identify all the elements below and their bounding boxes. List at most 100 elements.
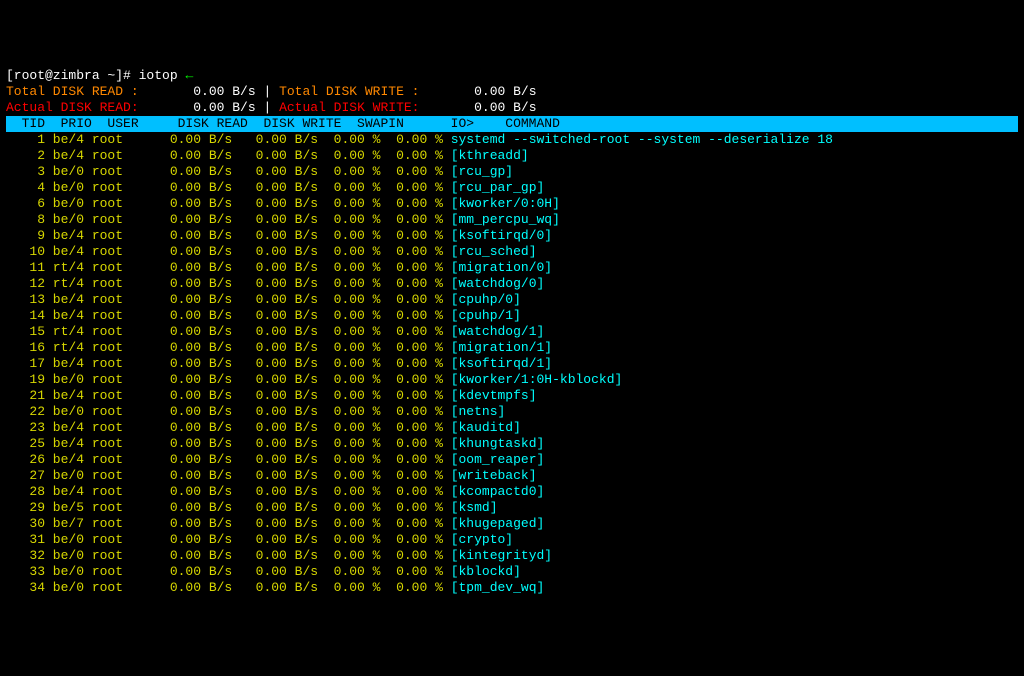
process-row[interactable]: 26 be/4 root 0.00 B/s 0.00 B/s 0.00 % 0.…: [6, 452, 1018, 468]
process-row[interactable]: 8 be/0 root 0.00 B/s 0.00 B/s 0.00 % 0.0…: [6, 212, 1018, 228]
total-disk-read-label: Total DISK READ :: [6, 84, 146, 99]
process-row[interactable]: 1 be/4 root 0.00 B/s 0.00 B/s 0.00 % 0.0…: [6, 132, 1018, 148]
actual-disk-read-value: 0.00 B/s: [146, 100, 255, 115]
process-command: [cpuhp/1]: [451, 308, 521, 323]
process-row[interactable]: 4 be/0 root 0.00 B/s 0.00 B/s 0.00 % 0.0…: [6, 180, 1018, 196]
process-command: [ksmd]: [451, 500, 498, 515]
process-row[interactable]: 19 be/0 root 0.00 B/s 0.00 B/s 0.00 % 0.…: [6, 372, 1018, 388]
total-disk-write-value: 0.00 B/s: [427, 84, 536, 99]
process-row[interactable]: 13 be/4 root 0.00 B/s 0.00 B/s 0.00 % 0.…: [6, 292, 1018, 308]
shell-prompt: [root@zimbra ~]# iotop ←: [6, 68, 1018, 84]
process-row[interactable]: 25 be/4 root 0.00 B/s 0.00 B/s 0.00 % 0.…: [6, 436, 1018, 452]
actual-summary: Actual DISK READ: 0.00 B/s | Actual DISK…: [6, 100, 1018, 116]
process-row[interactable]: 32 be/0 root 0.00 B/s 0.00 B/s 0.00 % 0.…: [6, 548, 1018, 564]
actual-disk-write-value: 0.00 B/s: [427, 100, 536, 115]
prompt-text: [root@zimbra ~]#: [6, 68, 139, 83]
process-stats: 23 be/4 root 0.00 B/s 0.00 B/s 0.00 % 0.…: [6, 420, 451, 435]
process-command: [kauditd]: [451, 420, 521, 435]
process-command: [writeback]: [451, 468, 537, 483]
process-row[interactable]: 33 be/0 root 0.00 B/s 0.00 B/s 0.00 % 0.…: [6, 564, 1018, 580]
process-row[interactable]: 2 be/4 root 0.00 B/s 0.00 B/s 0.00 % 0.0…: [6, 148, 1018, 164]
process-command: [kdevtmpfs]: [451, 388, 537, 403]
process-stats: 12 rt/4 root 0.00 B/s 0.00 B/s 0.00 % 0.…: [6, 276, 451, 291]
process-row[interactable]: 31 be/0 root 0.00 B/s 0.00 B/s 0.00 % 0.…: [6, 532, 1018, 548]
process-stats: 13 be/4 root 0.00 B/s 0.00 B/s 0.00 % 0.…: [6, 292, 451, 307]
arrow-left-icon: ←: [178, 68, 194, 83]
process-command: [netns]: [451, 404, 506, 419]
process-stats: 30 be/7 root 0.00 B/s 0.00 B/s 0.00 % 0.…: [6, 516, 451, 531]
process-stats: 33 be/0 root 0.00 B/s 0.00 B/s 0.00 % 0.…: [6, 564, 451, 579]
process-command: [kintegrityd]: [451, 548, 552, 563]
process-stats: 34 be/0 root 0.00 B/s 0.00 B/s 0.00 % 0.…: [6, 580, 451, 595]
process-row[interactable]: 29 be/5 root 0.00 B/s 0.00 B/s 0.00 % 0.…: [6, 500, 1018, 516]
process-row[interactable]: 27 be/0 root 0.00 B/s 0.00 B/s 0.00 % 0.…: [6, 468, 1018, 484]
process-row[interactable]: 22 be/0 root 0.00 B/s 0.00 B/s 0.00 % 0.…: [6, 404, 1018, 420]
process-stats: 3 be/0 root 0.00 B/s 0.00 B/s 0.00 % 0.0…: [6, 164, 451, 179]
process-command: [rcu_par_gp]: [451, 180, 545, 195]
process-command: [oom_reaper]: [451, 452, 545, 467]
process-stats: 27 be/0 root 0.00 B/s 0.00 B/s 0.00 % 0.…: [6, 468, 451, 483]
command-name: iotop: [139, 68, 178, 83]
process-stats: 15 rt/4 root 0.00 B/s 0.00 B/s 0.00 % 0.…: [6, 324, 451, 339]
process-stats: 14 be/4 root 0.00 B/s 0.00 B/s 0.00 % 0.…: [6, 308, 451, 323]
process-command: [tpm_dev_wq]: [451, 580, 545, 595]
terminal-output[interactable]: [root@zimbra ~]# iotop ←Total DISK READ …: [6, 68, 1018, 596]
total-disk-write-label: Total DISK WRITE :: [279, 84, 427, 99]
process-row[interactable]: 34 be/0 root 0.00 B/s 0.00 B/s 0.00 % 0.…: [6, 580, 1018, 596]
separator: |: [256, 84, 279, 99]
process-stats: 16 rt/4 root 0.00 B/s 0.00 B/s 0.00 % 0.…: [6, 340, 451, 355]
process-row[interactable]: 30 be/7 root 0.00 B/s 0.00 B/s 0.00 % 0.…: [6, 516, 1018, 532]
process-row[interactable]: 3 be/0 root 0.00 B/s 0.00 B/s 0.00 % 0.0…: [6, 164, 1018, 180]
process-row[interactable]: 14 be/4 root 0.00 B/s 0.00 B/s 0.00 % 0.…: [6, 308, 1018, 324]
process-command: [kworker/1:0H-kblockd]: [451, 372, 623, 387]
process-command: [ksoftirqd/1]: [451, 356, 552, 371]
process-command: [migration/1]: [451, 340, 552, 355]
process-command: [mm_percpu_wq]: [451, 212, 560, 227]
actual-disk-read-label: Actual DISK READ:: [6, 100, 146, 115]
process-row[interactable]: 17 be/4 root 0.00 B/s 0.00 B/s 0.00 % 0.…: [6, 356, 1018, 372]
process-command: [migration/0]: [451, 260, 552, 275]
process-command: [kcompactd0]: [451, 484, 545, 499]
process-row[interactable]: 12 rt/4 root 0.00 B/s 0.00 B/s 0.00 % 0.…: [6, 276, 1018, 292]
process-command: [kthreadd]: [451, 148, 529, 163]
process-stats: 9 be/4 root 0.00 B/s 0.00 B/s 0.00 % 0.0…: [6, 228, 451, 243]
process-command: [ksoftirqd/0]: [451, 228, 552, 243]
process-stats: 25 be/4 root 0.00 B/s 0.00 B/s 0.00 % 0.…: [6, 436, 451, 451]
process-stats: 19 be/0 root 0.00 B/s 0.00 B/s 0.00 % 0.…: [6, 372, 451, 387]
process-row[interactable]: 9 be/4 root 0.00 B/s 0.00 B/s 0.00 % 0.0…: [6, 228, 1018, 244]
process-command: [kblockd]: [451, 564, 521, 579]
process-row[interactable]: 10 be/4 root 0.00 B/s 0.00 B/s 0.00 % 0.…: [6, 244, 1018, 260]
process-row[interactable]: 15 rt/4 root 0.00 B/s 0.00 B/s 0.00 % 0.…: [6, 324, 1018, 340]
process-command: systemd --switched-root --system --deser…: [451, 132, 833, 147]
process-command: [watchdog/0]: [451, 276, 545, 291]
process-command: [rcu_gp]: [451, 164, 513, 179]
process-stats: 11 rt/4 root 0.00 B/s 0.00 B/s 0.00 % 0.…: [6, 260, 451, 275]
separator: |: [256, 100, 279, 115]
process-command: [khugepaged]: [451, 516, 545, 531]
process-stats: 28 be/4 root 0.00 B/s 0.00 B/s 0.00 % 0.…: [6, 484, 451, 499]
process-stats: 26 be/4 root 0.00 B/s 0.00 B/s 0.00 % 0.…: [6, 452, 451, 467]
process-stats: 31 be/0 root 0.00 B/s 0.00 B/s 0.00 % 0.…: [6, 532, 451, 547]
column-header[interactable]: TID PRIO USER DISK READ DISK WRITE SWAPI…: [6, 116, 1018, 132]
actual-disk-write-label: Actual DISK WRITE:: [279, 100, 427, 115]
process-command: [rcu_sched]: [451, 244, 537, 259]
process-stats: 8 be/0 root 0.00 B/s 0.00 B/s 0.00 % 0.0…: [6, 212, 451, 227]
process-stats: 32 be/0 root 0.00 B/s 0.00 B/s 0.00 % 0.…: [6, 548, 451, 563]
process-stats: 1 be/4 root 0.00 B/s 0.00 B/s 0.00 % 0.0…: [6, 132, 451, 147]
process-stats: 6 be/0 root 0.00 B/s 0.00 B/s 0.00 % 0.0…: [6, 196, 451, 211]
process-stats: 21 be/4 root 0.00 B/s 0.00 B/s 0.00 % 0.…: [6, 388, 451, 403]
process-command: [cpuhp/0]: [451, 292, 521, 307]
process-command: [kworker/0:0H]: [451, 196, 560, 211]
process-row[interactable]: 21 be/4 root 0.00 B/s 0.00 B/s 0.00 % 0.…: [6, 388, 1018, 404]
process-row[interactable]: 28 be/4 root 0.00 B/s 0.00 B/s 0.00 % 0.…: [6, 484, 1018, 500]
process-row[interactable]: 23 be/4 root 0.00 B/s 0.00 B/s 0.00 % 0.…: [6, 420, 1018, 436]
process-stats: 10 be/4 root 0.00 B/s 0.00 B/s 0.00 % 0.…: [6, 244, 451, 259]
process-stats: 17 be/4 root 0.00 B/s 0.00 B/s 0.00 % 0.…: [6, 356, 451, 371]
process-command: [watchdog/1]: [451, 324, 545, 339]
process-command: [khungtaskd]: [451, 436, 545, 451]
process-row[interactable]: 6 be/0 root 0.00 B/s 0.00 B/s 0.00 % 0.0…: [6, 196, 1018, 212]
process-stats: 29 be/5 root 0.00 B/s 0.00 B/s 0.00 % 0.…: [6, 500, 451, 515]
process-stats: 4 be/0 root 0.00 B/s 0.00 B/s 0.00 % 0.0…: [6, 180, 451, 195]
process-row[interactable]: 11 rt/4 root 0.00 B/s 0.00 B/s 0.00 % 0.…: [6, 260, 1018, 276]
process-row[interactable]: 16 rt/4 root 0.00 B/s 0.00 B/s 0.00 % 0.…: [6, 340, 1018, 356]
